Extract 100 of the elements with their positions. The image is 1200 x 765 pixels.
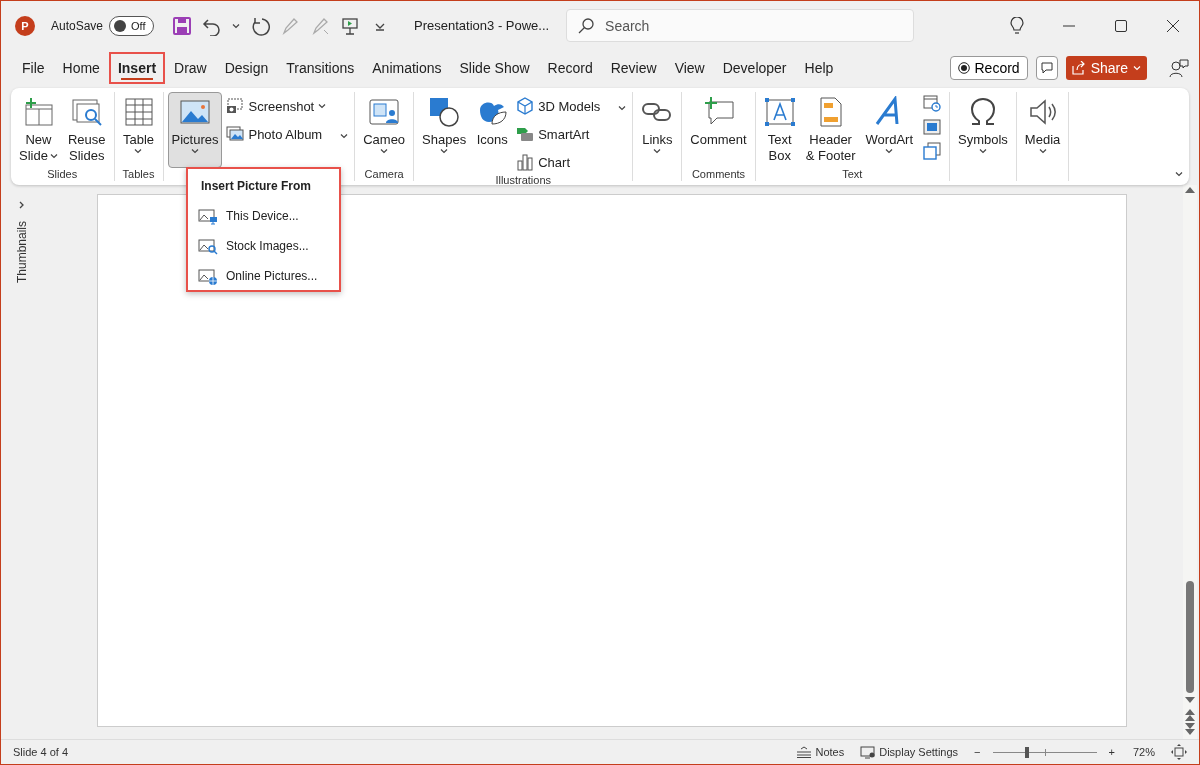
ribbon-tab[interactable]: Transitions: [277, 52, 364, 84]
slide-number-button[interactable]: [923, 118, 941, 136]
thumbnails-label: Thumbnails: [15, 221, 29, 284]
menu-item[interactable]: Online Pictures...: [188, 261, 339, 291]
ribbon-button[interactable]: Reuse Slides: [63, 92, 110, 168]
ribbon-button[interactable]: Text Box: [759, 92, 800, 168]
group-label: Text: [841, 168, 864, 181]
save-icon[interactable]: [172, 15, 193, 36]
comments-button[interactable]: [1035, 56, 1058, 80]
scroll-down-icon[interactable]: [1185, 697, 1195, 703]
ribbon-tab[interactable]: Review: [601, 52, 666, 84]
ribbon-button[interactable]: Symbols: [954, 92, 1012, 168]
ribbon-tab[interactable]: Help: [795, 52, 843, 84]
ribbon-tab[interactable]: Developer: [713, 52, 796, 84]
ribbon-button[interactable]: Pictures: [167, 92, 223, 168]
record-button[interactable]: Record: [949, 56, 1028, 80]
menu-heading: Insert Picture From: [200, 178, 313, 195]
lightbulb-icon[interactable]: [1010, 16, 1024, 35]
photo-album-icon: [226, 125, 245, 143]
minimize-icon[interactable]: [1063, 24, 1075, 27]
notes-icon: [796, 746, 813, 758]
share-icon: [1071, 61, 1086, 75]
next-slide-icon[interactable]: [1185, 723, 1195, 735]
date-time-button[interactable]: [923, 94, 941, 112]
cube-icon: [516, 97, 535, 115]
ribbon-button[interactable]: Header & Footer: [801, 92, 860, 168]
ribbon-button[interactable]: New Slide: [15, 92, 62, 168]
chevron-down-icon: [618, 104, 627, 111]
picture-globe-icon: [198, 267, 218, 285]
zoom-percent: 72%: [1132, 746, 1155, 758]
vertical-scrollbar[interactable]: [1183, 185, 1197, 739]
ribbon-button[interactable]: 3D Models: [514, 94, 629, 118]
ribbon-tab[interactable]: Animations: [363, 52, 451, 84]
group-label: Illustrations: [494, 174, 553, 186]
previous-slide-icon[interactable]: [1185, 709, 1195, 721]
bar-chart-icon: [516, 153, 535, 171]
ribbon-tab[interactable]: Home: [53, 52, 109, 84]
ribbon-button[interactable]: Chart: [514, 150, 629, 174]
notes-button[interactable]: Notes: [792, 746, 849, 758]
autosave-toggle[interactable]: Off: [109, 15, 155, 36]
display-settings-button[interactable]: Display Settings: [856, 745, 963, 759]
ribbon-tab[interactable]: Record: [538, 52, 602, 84]
close-icon[interactable]: [1167, 19, 1179, 32]
group-label: Comments: [690, 168, 747, 181]
stacked-windows-icon: [923, 142, 941, 160]
group-label: Camera: [363, 168, 405, 181]
chevron-right-icon: [19, 201, 25, 209]
camera-icon: [226, 97, 245, 115]
text-box-icon: [763, 96, 796, 128]
zoom-slider[interactable]: [992, 745, 1097, 759]
ribbon-button[interactable]: WordArt: [861, 92, 917, 168]
menu-item[interactable]: Stock Images...: [188, 231, 339, 261]
new-slide-icon: [22, 96, 55, 128]
fit-slide-icon[interactable]: [1171, 744, 1187, 760]
zoom-out-button[interactable]: −: [970, 746, 985, 758]
share-button[interactable]: Share: [1065, 56, 1147, 80]
ribbon-tab[interactable]: File: [13, 52, 54, 84]
zoom-slider-thumb[interactable]: [1024, 746, 1029, 758]
chevron-down-icon: [318, 103, 327, 109]
reuse-slides-icon: [70, 96, 103, 128]
framed-square-icon: [923, 118, 941, 136]
chevron-down-icon: [1133, 65, 1141, 71]
object-button[interactable]: [923, 142, 941, 160]
ribbon-button[interactable]: SmartArt: [514, 122, 629, 146]
picture-magnifier-icon: [198, 237, 218, 255]
ribbon-button[interactable]: Media: [1020, 92, 1065, 168]
ribbon-button[interactable]: Links: [637, 92, 678, 168]
ribbon-tab[interactable]: View: [665, 52, 714, 84]
menu-item[interactable]: This Device...: [188, 201, 339, 231]
person-chat-icon[interactable]: [1169, 58, 1189, 78]
app-logo: P: [15, 15, 35, 36]
shapes-icon: [428, 96, 461, 128]
document-title: Presentation3 - Powe...: [414, 18, 551, 33]
ribbon-button[interactable]: Cameo: [359, 92, 410, 168]
chevron-down-icon: [1175, 171, 1183, 177]
search-field[interactable]: Search: [566, 9, 915, 42]
presentation-icon[interactable]: [340, 15, 361, 36]
maximize-icon[interactable]: [1115, 19, 1127, 32]
ribbon-tab[interactable]: Draw: [165, 52, 216, 84]
expand-pane-button[interactable]: [19, 201, 25, 209]
table-icon: [122, 96, 155, 128]
scroll-up-icon[interactable]: [1185, 187, 1195, 193]
ribbon-button[interactable]: Icons: [472, 92, 513, 168]
ribbon-button[interactable]: Screenshot: [224, 94, 351, 118]
group-label: Slides: [46, 168, 79, 181]
cameo-icon: [368, 96, 401, 128]
ribbon-button[interactable]: Table: [118, 92, 159, 168]
ribbon-button[interactable]: Comment: [686, 92, 751, 168]
ribbon-tab[interactable]: Slide Show: [450, 52, 539, 84]
redo-icon[interactable]: [250, 15, 271, 36]
speech-bubble-icon: [1040, 62, 1053, 74]
smartart-icon: [516, 125, 535, 143]
ribbon-tab[interactable]: Design: [215, 52, 278, 84]
ribbon-tab[interactable]: Insert: [108, 52, 166, 84]
ribbon-button[interactable]: Photo Album: [224, 122, 351, 146]
zoom-in-button[interactable]: +: [1104, 746, 1119, 758]
ribbon-button[interactable]: Shapes: [418, 92, 471, 168]
collapse-ribbon-button[interactable]: [1175, 171, 1183, 177]
scrollbar-thumb[interactable]: [1186, 581, 1194, 693]
autosave-label: AutoSave: [51, 18, 104, 33]
